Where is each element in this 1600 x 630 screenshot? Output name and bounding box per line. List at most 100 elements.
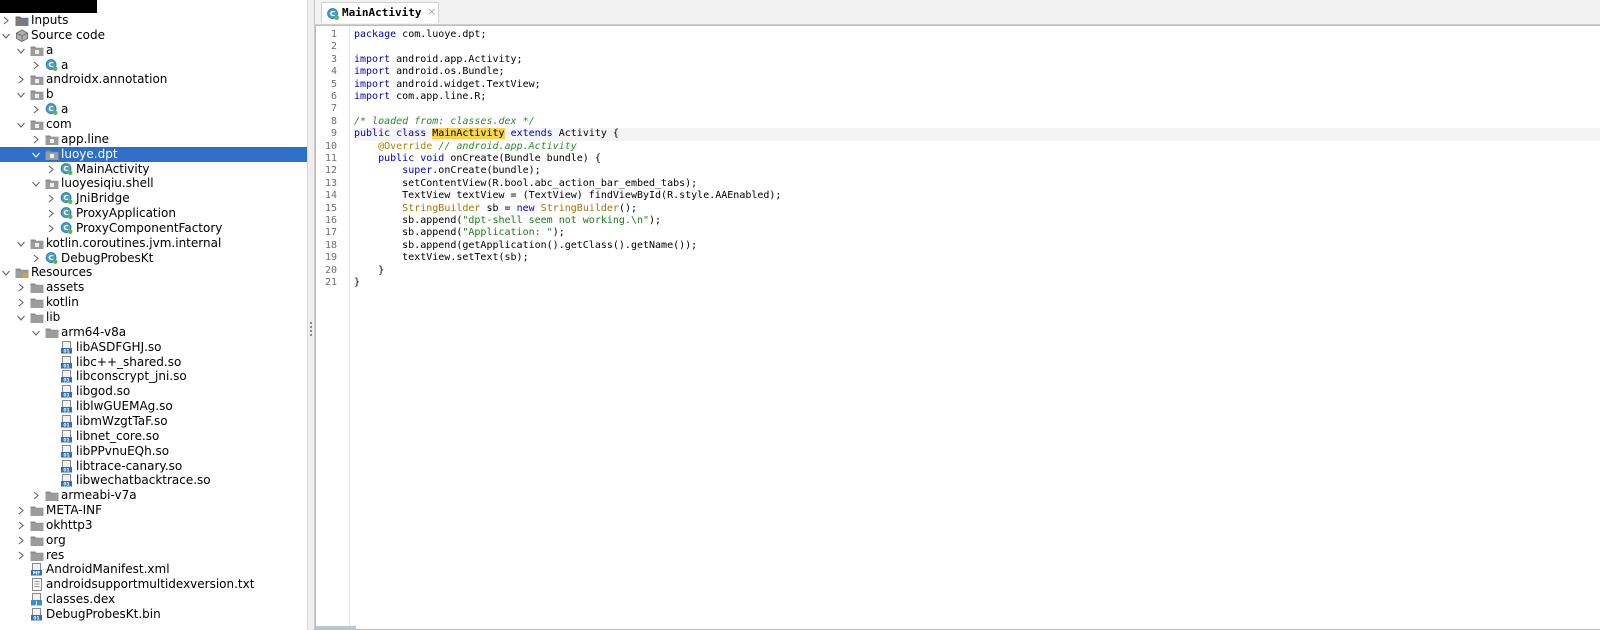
tree-item[interactable]: a bbox=[0, 43, 307, 58]
panel-splitter[interactable] bbox=[307, 0, 315, 630]
tree-item[interactable]: lib bbox=[0, 310, 307, 325]
chevron-right-icon[interactable] bbox=[31, 488, 41, 503]
code-line[interactable]: sb.append("Application: "); bbox=[354, 227, 1600, 239]
code-line[interactable]: import android.widget.TextView; bbox=[354, 79, 1600, 91]
chevron-down-icon[interactable] bbox=[16, 117, 26, 132]
tree-item[interactable]: 01 liblwGUEMAg.so bbox=[0, 399, 307, 414]
tree-item[interactable]: Inputs bbox=[0, 13, 307, 28]
chevron-right-icon[interactable] bbox=[16, 518, 26, 533]
code-line[interactable]: import com.app.line.R; bbox=[354, 91, 1600, 103]
tree-item[interactable]: 01 libwechatbacktrace.so bbox=[0, 473, 307, 488]
code-line[interactable]: super.onCreate(bundle); bbox=[354, 165, 1600, 177]
tab-main-activity[interactable]: C MainActivity × bbox=[321, 2, 439, 23]
dex-file-icon: J bbox=[30, 593, 44, 606]
code-line[interactable]: sb.append(getApplication().getClass().ge… bbox=[354, 240, 1600, 252]
tree-item[interactable]: C DebugProbesKt bbox=[0, 251, 307, 266]
chevron-right-icon[interactable] bbox=[46, 221, 56, 236]
svg-text:C: C bbox=[48, 60, 53, 69]
chevron-down-icon[interactable] bbox=[1, 28, 11, 43]
tree-item[interactable]: kotlin bbox=[0, 295, 307, 310]
chevron-down-icon[interactable] bbox=[16, 236, 26, 251]
tree-item[interactable]: 01 libASDFGHJ.so bbox=[0, 340, 307, 355]
tree-item[interactable]: res bbox=[0, 548, 307, 563]
chevron-right-icon[interactable] bbox=[46, 162, 56, 177]
tree-item[interactable]: 01 libconscrypt_jni.so bbox=[0, 369, 307, 384]
tree-item[interactable]: com bbox=[0, 117, 307, 132]
tree-item[interactable]: assets bbox=[0, 280, 307, 295]
tree-item[interactable]: org bbox=[0, 533, 307, 548]
tree-item[interactable]: androidx.annotation bbox=[0, 72, 307, 87]
tree-item[interactable]: luoyesiqiu.shell bbox=[0, 176, 307, 191]
code-line[interactable]: package com.luoye.dpt; bbox=[354, 29, 1600, 41]
chevron-right-icon[interactable] bbox=[16, 72, 26, 87]
code-line[interactable] bbox=[354, 103, 1600, 115]
chevron-right-icon[interactable] bbox=[16, 548, 26, 563]
tree-item[interactable]: C MainActivity bbox=[0, 162, 307, 177]
tree-item[interactable]: okhttp3 bbox=[0, 518, 307, 533]
code-line[interactable]: StringBuilder sb = new StringBuilder(); bbox=[354, 203, 1600, 215]
tree-item[interactable]: 01 libtrace-canary.so bbox=[0, 459, 307, 474]
svg-text:01: 01 bbox=[63, 452, 69, 457]
tree-item[interactable]: Ca bbox=[0, 102, 307, 117]
code-line[interactable]: setContentView(R.bool.abc_action_bar_emb… bbox=[354, 178, 1600, 190]
chevron-right-icon[interactable] bbox=[16, 533, 26, 548]
code-line[interactable]: sb.append("dpt-shell seem not working.\n… bbox=[354, 215, 1600, 227]
tree-item[interactable]: b bbox=[0, 87, 307, 102]
tree-item[interactable]: 01 DebugProbesKt.bin bbox=[0, 607, 307, 622]
tree-item[interactable]: Source code bbox=[0, 28, 307, 43]
tree-item[interactable]: C ProxyApplication bbox=[0, 206, 307, 221]
tree-item[interactable]: C JniBridge bbox=[0, 191, 307, 206]
code-line[interactable]: @Override // android.app.Activity bbox=[354, 141, 1600, 153]
tree-item[interactable]: Ca bbox=[0, 58, 307, 73]
tree-item[interactable]: Jclasses.dex bbox=[0, 592, 307, 607]
tree-item[interactable]: MF AndroidManifest.xml bbox=[0, 562, 307, 577]
chevron-down-icon[interactable] bbox=[16, 310, 26, 325]
chevron-down-icon[interactable] bbox=[31, 176, 41, 191]
chevron-right-icon[interactable] bbox=[16, 280, 26, 295]
chevron-right-icon[interactable] bbox=[16, 503, 26, 518]
chevron-right-icon[interactable] bbox=[16, 295, 26, 310]
chevron-down-icon[interactable] bbox=[31, 325, 41, 340]
code-line[interactable] bbox=[354, 41, 1600, 53]
code-line[interactable]: import android.app.Activity; bbox=[354, 54, 1600, 66]
horizontal-scrollbar[interactable] bbox=[316, 626, 356, 629]
code-line[interactable]: textView.setText(sb); bbox=[354, 252, 1600, 264]
code-area[interactable]: 1 2 3 4 5 6 7 8 9 10 11 12 13 14 15 16 17 18 19 20 21 packag… bbox=[315, 25, 1600, 630]
chevron-down-icon[interactable] bbox=[16, 43, 26, 58]
tree-item[interactable]: arm64-v8a bbox=[0, 325, 307, 340]
chevron-down-icon[interactable] bbox=[31, 147, 41, 162]
tree-item[interactable]: C ProxyComponentFactory bbox=[0, 221, 307, 236]
tree-item[interactable]: kotlin.coroutines.jvm.internal bbox=[0, 236, 307, 251]
chevron-right-icon[interactable] bbox=[1, 13, 11, 28]
tree-item[interactable]: META-INF bbox=[0, 503, 307, 518]
chevron-right-icon[interactable] bbox=[31, 102, 41, 117]
chevron-right-icon[interactable] bbox=[31, 58, 41, 73]
tree-item[interactable]: 01 libnet_core.so bbox=[0, 429, 307, 444]
tree-item[interactable]: armeabi-v7a bbox=[0, 488, 307, 503]
code-line[interactable]: import android.os.Bundle; bbox=[354, 66, 1600, 78]
code-line[interactable]: public void onCreate(Bundle bundle) { bbox=[354, 153, 1600, 165]
code-text[interactable]: package com.luoye.dpt; import android.app… bbox=[354, 26, 1600, 629]
tree-item[interactable]: 01 libgod.so bbox=[0, 384, 307, 399]
tree-item[interactable]: Resources bbox=[0, 265, 307, 280]
code-token: android.widget.TextView; bbox=[390, 78, 541, 90]
tree-item[interactable]: app.line bbox=[0, 132, 307, 147]
tree-item[interactable]: androidsupportmultidexversion.txt bbox=[0, 577, 307, 592]
code-line[interactable]: public class MainActivity extends Activi… bbox=[354, 128, 1600, 141]
chevron-down-icon[interactable] bbox=[16, 87, 26, 102]
chevron-right-icon[interactable] bbox=[46, 191, 56, 206]
chevron-right-icon[interactable] bbox=[31, 251, 41, 266]
tree-item[interactable]: luoye.dpt bbox=[0, 146, 307, 162]
chevron-right-icon[interactable] bbox=[46, 206, 56, 221]
code-line[interactable]: /* loaded from: classes.dex */ bbox=[354, 116, 1600, 128]
tree-item[interactable]: 01 libmWzgtTaF.so bbox=[0, 414, 307, 429]
tree-item[interactable]: 01 libc++_shared.so bbox=[0, 355, 307, 370]
splitter-grip-icon[interactable] bbox=[310, 322, 312, 336]
chevron-right-icon[interactable] bbox=[31, 132, 41, 147]
chevron-down-icon[interactable] bbox=[1, 265, 11, 280]
code-line[interactable]: } bbox=[354, 265, 1600, 277]
code-line[interactable]: } bbox=[354, 277, 1600, 289]
code-line[interactable]: TextView textView = (TextView) findViewB… bbox=[354, 190, 1600, 202]
tab-close-icon[interactable]: × bbox=[427, 5, 436, 18]
tree-item[interactable]: 01 libPPvnuEQh.so bbox=[0, 444, 307, 459]
